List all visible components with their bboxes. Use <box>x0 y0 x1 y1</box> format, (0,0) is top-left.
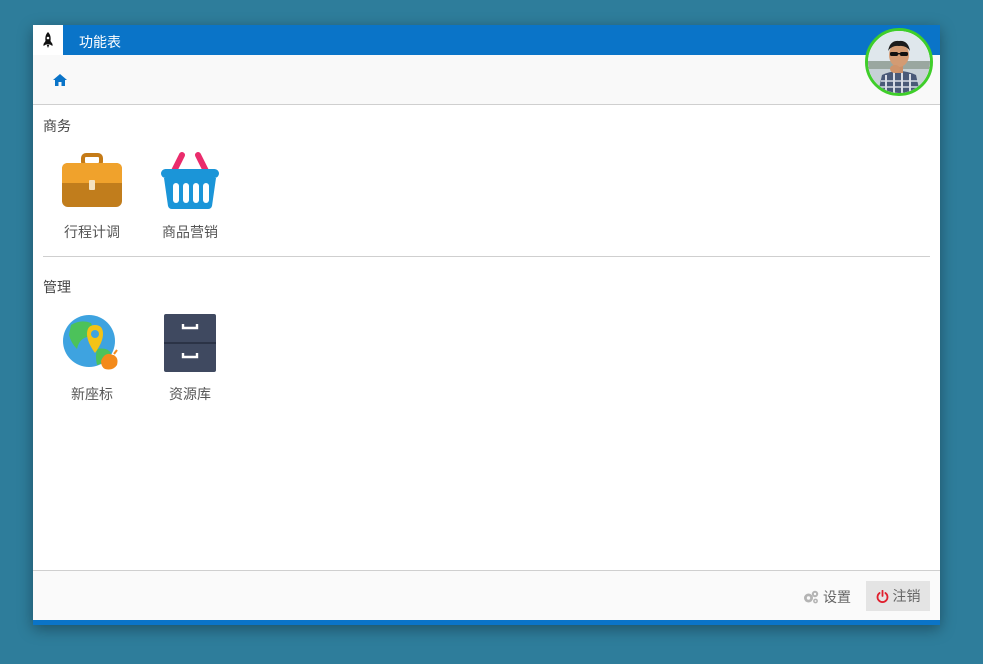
shopping-basket-icon <box>161 152 219 209</box>
title-bar: 功能表 <box>33 25 940 55</box>
settings-label: 设置 <box>823 590 851 606</box>
launcher-window: 功能表 商务 行程计调 商品营销 管理 新座标 资源库 设置 注销 <box>33 25 940 625</box>
window-title: 功能表 <box>79 35 121 51</box>
app-tile-new-location[interactable]: 新座标 <box>52 313 132 404</box>
rocket-icon <box>43 32 53 48</box>
settings-button[interactable]: 设置 <box>803 583 851 611</box>
filing-cabinet-icon <box>164 314 216 372</box>
power-icon <box>876 589 888 603</box>
logout-label: 注销 <box>892 589 921 605</box>
briefcase-icon <box>62 153 122 207</box>
app-label: 行程计调 <box>64 225 120 241</box>
section-title-business: 商务 <box>43 119 71 135</box>
app-tile-resource-library[interactable]: 资源库 <box>150 313 230 404</box>
breadcrumb-toolbar <box>33 55 940 105</box>
section-divider <box>43 256 930 257</box>
app-tile-itinerary[interactable]: 行程计调 <box>52 151 132 242</box>
bottom-accent-bar <box>33 620 940 625</box>
app-tile-marketing[interactable]: 商品营销 <box>150 151 230 242</box>
app-label: 商品营销 <box>162 225 218 241</box>
user-avatar[interactable] <box>865 28 933 96</box>
logout-button[interactable]: 注销 <box>866 581 930 611</box>
gears-icon <box>804 590 819 604</box>
app-label: 新座标 <box>71 387 113 403</box>
footer-bar: 设置 注销 <box>33 570 940 621</box>
app-label: 资源库 <box>169 387 211 403</box>
globe-location-icon <box>63 315 118 370</box>
section-title-management: 管理 <box>43 280 71 296</box>
home-icon[interactable] <box>53 74 67 86</box>
app-logo[interactable] <box>33 25 63 55</box>
